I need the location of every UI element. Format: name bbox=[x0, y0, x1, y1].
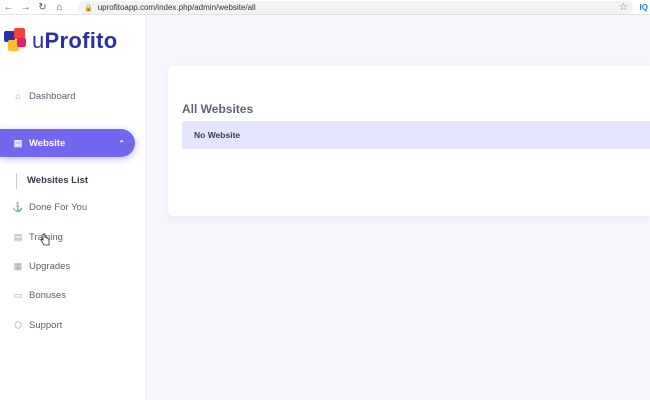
home-icon: ⌂ bbox=[15, 91, 21, 101]
websites-card: All Websites No Website bbox=[168, 66, 650, 216]
sidebar-subitem-websites-list[interactable]: Websites List bbox=[16, 173, 126, 189]
sidebar: uProfito ⌂ Dashboard ▤ Website ⌃ Website… bbox=[0, 15, 146, 400]
box-icon: ⬡ bbox=[14, 319, 22, 330]
extension-icon[interactable]: IQ bbox=[640, 0, 648, 15]
sidebar-item-label: Website bbox=[29, 137, 66, 149]
sidebar-item-bonuses[interactable]: ▭ Bonuses bbox=[0, 281, 146, 309]
forward-icon[interactable]: → bbox=[17, 0, 34, 15]
sidebar-item-training[interactable]: ▤ Training bbox=[0, 223, 146, 251]
bar-chart-icon: ▭ bbox=[13, 289, 23, 300]
back-icon[interactable]: ← bbox=[0, 0, 17, 15]
sidebar-item-upgrades[interactable]: ▦ Upgrades bbox=[0, 252, 146, 280]
sidebar-item-label: Bonuses bbox=[29, 289, 66, 301]
sidebar-item-done-for-you[interactable]: ⚓ Done For You bbox=[0, 193, 146, 221]
sidebar-item-label: Dashboard bbox=[29, 90, 76, 102]
sidebar-item-dashboard[interactable]: ⌂ Dashboard bbox=[0, 82, 146, 110]
hand-cursor-icon bbox=[40, 233, 50, 246]
brand-name: uProfito bbox=[32, 28, 118, 53]
page-title: All Websites bbox=[182, 102, 254, 116]
empty-state-row: No Website bbox=[182, 121, 650, 149]
sidebar-item-label: Done For You bbox=[29, 201, 88, 213]
url-text: uprofitoapp.com/index.php/admin/website/… bbox=[97, 3, 256, 12]
sidebar-item-website[interactable]: ▤ Website ⌃ bbox=[0, 129, 135, 157]
chevron-up-icon: ⌃ bbox=[118, 138, 125, 148]
bookmark-star-icon[interactable]: ☆ bbox=[619, 0, 628, 15]
address-bar[interactable]: 🔒 uprofitoapp.com/index.php/admin/websit… bbox=[78, 1, 633, 14]
document-icon: ▤ bbox=[13, 137, 23, 148]
reload-icon[interactable]: ↻ bbox=[34, 0, 51, 15]
logo-mark-icon bbox=[4, 28, 28, 54]
lock-icon: 🔒 bbox=[84, 4, 93, 12]
sidebar-item-label: Support bbox=[29, 319, 63, 331]
home-icon[interactable]: ⌂ bbox=[51, 0, 68, 15]
anchor-icon: ⚓ bbox=[12, 201, 24, 212]
grid-icon: ▦ bbox=[13, 260, 23, 271]
brand-logo[interactable]: uProfito bbox=[4, 28, 118, 54]
document-icon: ▤ bbox=[13, 231, 23, 242]
browser-toolbar: ← → ↻ ⌂ 🔒 uprofitoapp.com/index.php/admi… bbox=[0, 0, 650, 15]
sidebar-item-support[interactable]: ⬡ Support bbox=[0, 311, 146, 339]
sidebar-item-label: Upgrades bbox=[29, 260, 71, 272]
